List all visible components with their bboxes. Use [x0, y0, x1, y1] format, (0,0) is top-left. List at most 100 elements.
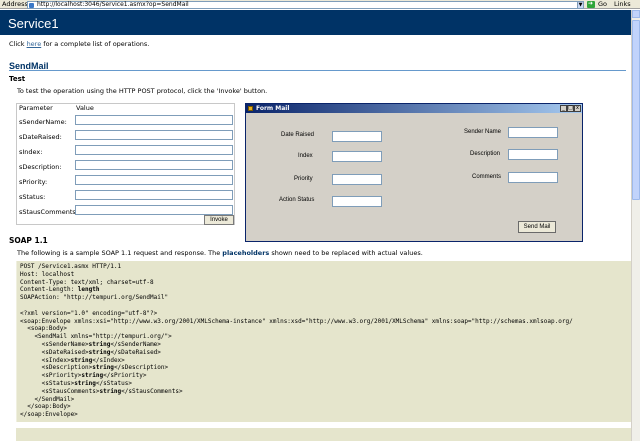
intro-suffix: for a complete list of operations. [41, 40, 150, 48]
go-label[interactable]: Go [598, 0, 607, 9]
code-placeholder: length [77, 286, 100, 294]
param-label: sSenderName: [19, 118, 67, 126]
window-titlebar[interactable]: Form Mail _ □ x [246, 104, 582, 113]
param-row: sSenderName: [17, 115, 236, 130]
minimize-icon[interactable]: _ [560, 105, 567, 112]
soap-desc-prefix: The following is a sample SOAP 1.1 reque… [17, 249, 223, 257]
vertical-scrollbar[interactable] [631, 10, 640, 441]
param-label: sIndex: [19, 148, 43, 156]
sIndex-input[interactable] [75, 145, 233, 155]
code-placeholder: string [88, 340, 111, 348]
sStausComments-input[interactable] [75, 205, 233, 215]
browser-address-bar: Address http://localhost:3046/Service1.a… [0, 0, 640, 9]
links-label[interactable]: Links [614, 0, 631, 9]
date-raised-label: Date Raised [281, 132, 315, 138]
param-row: sDateRaised: [17, 130, 236, 145]
parameter-form: Parameter Value sSenderName: sDateRaised… [16, 103, 235, 225]
code-placeholder: string [88, 348, 111, 356]
description-label: Description [470, 151, 501, 157]
go-button[interactable]: ➜ [587, 0, 595, 8]
priority-label: Priority [294, 176, 313, 182]
priority-input[interactable] [332, 174, 382, 185]
comments-input[interactable] [508, 172, 558, 183]
code-line: <sSenderName> [20, 340, 89, 348]
intro-prefix: Click [9, 40, 27, 48]
go-arrow-icon: ➜ [588, 0, 594, 7]
soap-heading: SOAP 1.1 [9, 236, 48, 245]
code-placeholder: string [70, 356, 93, 364]
code-line: <SendMail xmlns="http://tempuri.org/"> [20, 333, 172, 341]
code-line: </SendMail> [20, 395, 75, 403]
action-status-input[interactable] [332, 196, 382, 207]
param-row: sIndex: [17, 145, 236, 160]
code-placeholder: string [99, 387, 122, 395]
code-line: <sIndex> [20, 356, 71, 364]
sPriority-input[interactable] [75, 175, 233, 185]
test-description: To test the operation using the HTTP POS… [17, 87, 268, 95]
address-url: http://localhost:3046/Service1.asmx?op=S… [37, 1, 189, 8]
param-row: sPriority: [17, 175, 236, 190]
code-line: </sDateRaised> [110, 348, 161, 356]
address-dropdown-icon[interactable]: ▼ [577, 1, 584, 9]
code-line: </sSenderName> [110, 340, 161, 348]
param-label: sStatus: [19, 193, 46, 201]
param-label: sDateRaised: [19, 133, 62, 141]
next-code-block [16, 428, 631, 441]
code-line: <?xml version="1.0" encoding="utf-8"?> [20, 309, 158, 317]
sender-name-input[interactable] [508, 127, 558, 138]
index-input[interactable] [332, 151, 382, 162]
code-line: <sDescription> [20, 364, 93, 372]
code-line: <soap:Envelope xmlns:xsi="http://www.w3.… [20, 317, 573, 325]
index-label: Index [298, 153, 313, 159]
param-label: sPriority: [19, 178, 48, 186]
scroll-thumb[interactable] [632, 20, 640, 200]
soap-description: The following is a sample SOAP 1.1 reque… [17, 249, 423, 257]
date-raised-input[interactable] [332, 131, 382, 142]
code-line: <sPriority> [20, 372, 82, 380]
sStatus-input[interactable] [75, 190, 233, 200]
code-block: POST /Service1.asmx HTTP/1.1 Host: local… [20, 263, 573, 419]
divider [9, 70, 626, 71]
code-line: </sDescription> [113, 364, 169, 372]
ie-page-icon [29, 3, 34, 8]
param-row: sStatus: [17, 190, 236, 205]
address-label: Address [2, 0, 28, 8]
sDateRaised-input[interactable] [75, 130, 233, 140]
code-line: POST /Service1.asmx HTTP/1.1 [20, 263, 122, 270]
test-heading: Test [9, 75, 26, 83]
comments-label: Comments [472, 174, 502, 180]
invoke-button[interactable]: Invoke [204, 215, 234, 225]
code-placeholder: string [74, 379, 96, 387]
maximize-icon[interactable]: □ [567, 105, 574, 112]
close-icon[interactable]: x [574, 105, 581, 112]
code-line: <sStausComments> [20, 387, 100, 395]
code-line: </soap:Envelope> [20, 411, 78, 419]
code-line: </sIndex> [92, 356, 125, 364]
scroll-up-icon[interactable] [632, 10, 640, 18]
page-title: Service1 [8, 16, 59, 31]
window-title: Form Mail [256, 105, 290, 112]
sDescription-input[interactable] [75, 160, 233, 170]
code-line: Content-Length: [20, 286, 78, 294]
code-placeholder: string [81, 372, 104, 380]
sSenderName-input[interactable] [75, 115, 233, 125]
code-line: Content-Type: text/xml; charset=utf-8 [20, 278, 154, 286]
parameter-header: Parameter [19, 104, 53, 112]
operations-list-link[interactable]: here [27, 40, 42, 48]
param-label: sStausComments: [19, 208, 78, 216]
intro-text: Click here for a complete list of operat… [9, 40, 149, 48]
value-header: Value [76, 104, 94, 112]
send-mail-button[interactable]: Send Mail [518, 221, 556, 233]
form-icon [248, 106, 253, 111]
code-line: </sStausComments> [121, 387, 183, 395]
code-placeholder: string [92, 364, 114, 372]
address-input[interactable]: http://localhost:3046/Service1.asmx?op=S… [27, 1, 584, 9]
code-line: <sStatus> [20, 379, 75, 387]
code-line: Host: localhost [20, 270, 75, 278]
page-header: Service1 [0, 10, 631, 35]
soap-desc-suffix: shown need to be replaced with actual va… [269, 249, 423, 257]
sender-name-label: Sender Name [464, 129, 502, 135]
description-input[interactable] [508, 149, 558, 160]
form-mail-window: Form Mail _ □ x Date Raised Index Priori… [245, 103, 583, 242]
code-line: <soap:Body> [20, 325, 67, 333]
